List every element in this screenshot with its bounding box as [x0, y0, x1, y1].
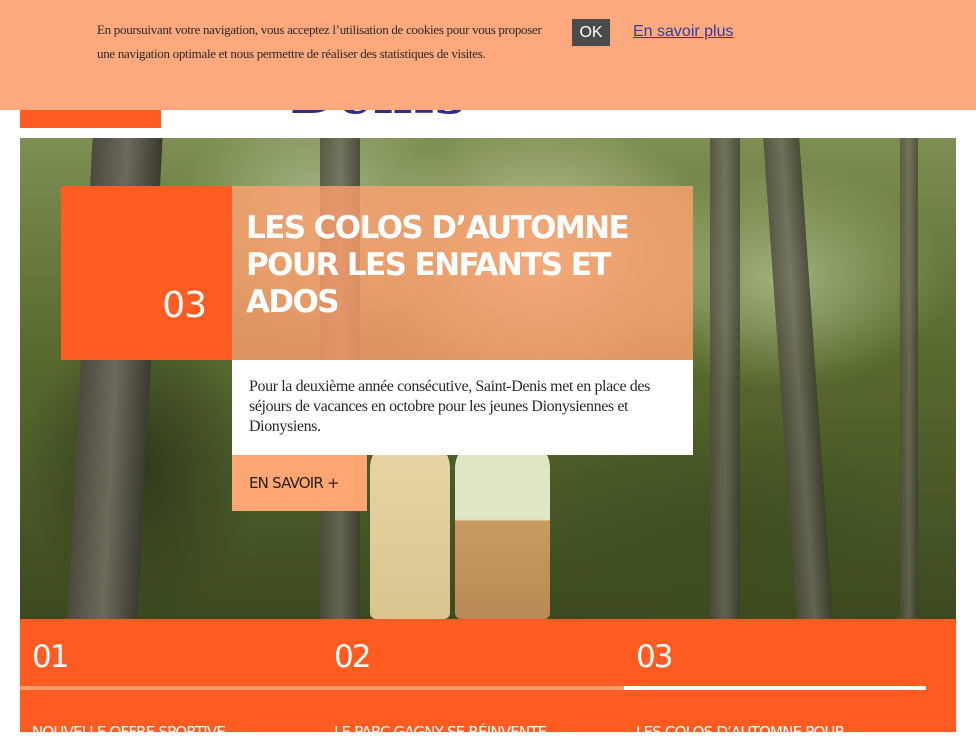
slider-nav-item-1[interactable]: 01 NOUVELLE OFFRE SPORTIVE: [20, 619, 322, 741]
slider-nav-caption: NOUVELLE OFFRE SPORTIVE: [32, 723, 226, 741]
slider-nav-number: 02: [334, 639, 371, 675]
cookie-ok-button[interactable]: OK: [572, 19, 610, 46]
slider-nav-number: 03: [636, 639, 673, 675]
slide-description-box: Pour la deuxième année consécutive, Sain…: [232, 360, 693, 455]
tree-trunk: [763, 138, 833, 619]
slide-title-line-1: LES COLOS D’AUTOMNE: [246, 210, 630, 246]
tree-trunk: [710, 138, 740, 619]
slide-title-line-2: POUR LES ENFANTS ET ADOS: [246, 247, 611, 320]
tree-trunk: [900, 138, 918, 619]
slider-nav-caption: LE PARC GAGNY SE RÉINVENTE: [334, 723, 547, 741]
slide-number: 03: [162, 285, 207, 326]
slider-progress-bar: [20, 686, 322, 690]
slide-title[interactable]: LES COLOS D’AUTOMNE POUR LES ENFANTS ET …: [246, 210, 686, 321]
slide-title-box: LES COLOS D’AUTOMNE POUR LES ENFANTS ET …: [232, 186, 693, 360]
slide-number-box: 03: [61, 186, 232, 360]
slider-progress-bar: [322, 686, 624, 690]
child-figure: [455, 438, 550, 619]
slide-description: Pour la deuxième année consécutive, Sain…: [249, 378, 650, 435]
cookie-message: En poursuivant votre navigation, vous ac…: [97, 22, 542, 61]
child-figure: [370, 438, 450, 619]
slider-navigation: 01 NOUVELLE OFFRE SPORTIVE 02 LE PARC GA…: [20, 619, 956, 741]
cookie-more-link[interactable]: En savoir plus: [633, 23, 734, 41]
cookie-banner: En poursuivant votre navigation, vous ac…: [0, 0, 976, 110]
learn-more-button[interactable]: EN SAVOIR +: [232, 455, 367, 511]
slider-nav-item-3[interactable]: 03 LES COLOS D’AUTOMNE POUR: [624, 619, 926, 741]
hero-slide: 03 LES COLOS D’AUTOMNE POUR LES ENFANTS …: [20, 138, 956, 619]
slider-progress-bar-active: [624, 686, 926, 690]
slider-nav-caption: LES COLOS D’AUTOMNE POUR: [636, 723, 845, 741]
slider-nav-item-2[interactable]: 02 LE PARC GAGNY SE RÉINVENTE: [322, 619, 624, 741]
slider-nav-number: 01: [32, 639, 69, 675]
